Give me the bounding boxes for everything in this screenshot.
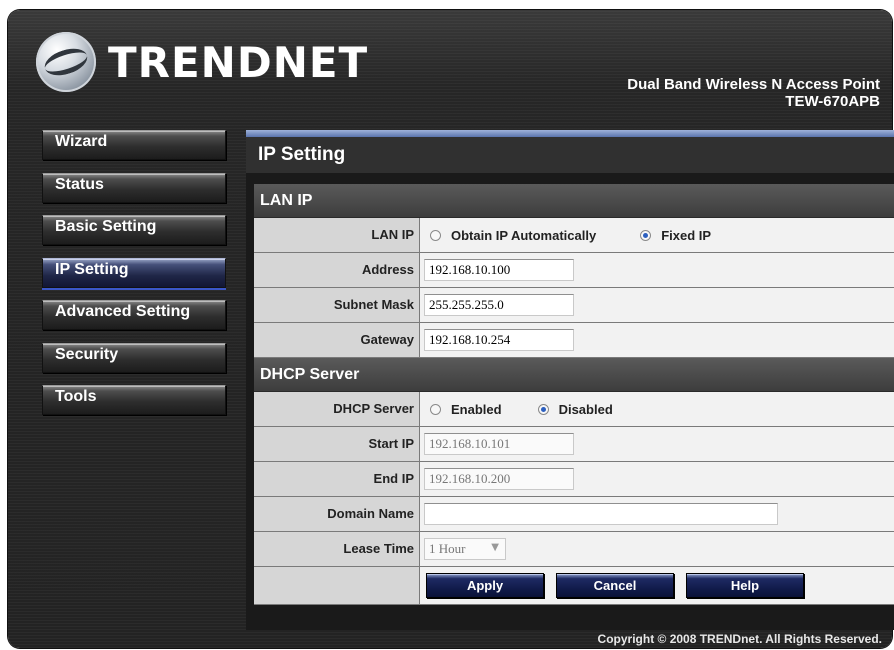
brand-name: TRENDNET xyxy=(108,37,369,87)
end-ip-input[interactable] xyxy=(424,468,574,490)
radio-icon xyxy=(430,229,441,241)
sidebar-nav: Wizard Status Basic Setting IP Setting A… xyxy=(42,130,226,428)
lease-time-row: Lease Time 1 Hour ▼ xyxy=(254,532,894,567)
model-number: TEW-670APB xyxy=(785,93,880,110)
page-title: IP Setting xyxy=(246,137,894,173)
radio-label-disabled: Disabled xyxy=(558,401,613,417)
start-ip-input[interactable] xyxy=(424,433,574,455)
end-ip-label: End IP xyxy=(254,462,420,496)
copyright-footer: Copyright © 2008 TRENDnet. All Rights Re… xyxy=(597,632,882,646)
domain-name-row: Domain Name xyxy=(254,497,894,532)
chevron-down-icon: ▼ xyxy=(491,542,499,553)
product-title: Dual Band Wireless N Access Point TEW-67… xyxy=(627,76,880,110)
start-ip-label: Start IP xyxy=(254,427,420,461)
radio-obtain-ip-automatically[interactable]: Obtain IP Automatically xyxy=(424,228,596,243)
dhcp-server-label: DHCP Server xyxy=(254,392,420,426)
action-row: Apply Cancel Help xyxy=(254,567,894,605)
radio-icon xyxy=(537,403,549,415)
dhcp-server-row: DHCP Server Enabled Disabled xyxy=(254,392,894,427)
action-row-spacer xyxy=(254,567,420,604)
domain-name-input[interactable] xyxy=(424,503,778,525)
radio-icon xyxy=(430,403,441,415)
sidebar-item-advanced-setting[interactable]: Advanced Setting xyxy=(42,300,226,330)
gateway-label: Gateway xyxy=(254,323,420,357)
content-panel: IP Setting LAN IP LAN IP Obtain IP Autom… xyxy=(246,130,894,630)
sidebar-item-status[interactable]: Status xyxy=(42,172,226,203)
lan-ip-mode-row: LAN IP Obtain IP Automatically Fixed IP xyxy=(254,218,894,253)
sidebar-item-basic-setting[interactable]: Basic Setting xyxy=(42,215,226,245)
help-button[interactable]: Help xyxy=(686,573,804,598)
end-ip-row: End IP xyxy=(254,462,894,497)
lease-time-value: 1 Hour xyxy=(429,541,466,556)
address-input[interactable] xyxy=(424,259,574,281)
subnet-mask-label: Subnet Mask xyxy=(254,288,420,322)
lan-ip-mode-label: LAN IP xyxy=(254,218,420,252)
panel-accent-bar xyxy=(246,130,894,137)
trendnet-logo-icon xyxy=(36,32,96,92)
radio-dhcp-disabled[interactable]: Disabled xyxy=(532,402,613,417)
radio-icon xyxy=(640,229,652,241)
subnet-mask-row: Subnet Mask xyxy=(254,288,894,323)
start-ip-row: Start IP xyxy=(254,427,894,462)
product-line: Dual Band Wireless N Access Point xyxy=(627,76,880,93)
section-header-dhcp-server: DHCP Server xyxy=(254,358,894,392)
radio-label-enabled: Enabled xyxy=(451,401,502,417)
ip-setting-form: LAN IP LAN IP Obtain IP Automatically Fi… xyxy=(254,184,894,605)
address-row: Address xyxy=(254,253,894,288)
app-frame: TRENDNET Dual Band Wireless N Access Poi… xyxy=(8,10,894,648)
brand-logo: TRENDNET xyxy=(36,32,368,92)
radio-label-fixed: Fixed IP xyxy=(661,227,712,243)
cancel-button[interactable]: Cancel xyxy=(556,573,674,598)
radio-fixed-ip[interactable]: Fixed IP xyxy=(634,228,711,243)
sidebar-item-tools[interactable]: Tools xyxy=(42,385,226,415)
domain-name-label: Domain Name xyxy=(254,497,420,531)
lease-time-select[interactable]: 1 Hour ▼ xyxy=(424,538,506,560)
gateway-input[interactable] xyxy=(424,329,574,351)
gateway-row: Gateway xyxy=(254,323,894,358)
sidebar-item-security[interactable]: Security xyxy=(42,342,226,373)
lease-time-label: Lease Time xyxy=(254,532,420,566)
address-label: Address xyxy=(254,253,420,287)
radio-dhcp-enabled[interactable]: Enabled xyxy=(424,402,502,417)
radio-label-auto: Obtain IP Automatically xyxy=(451,227,597,243)
apply-button[interactable]: Apply xyxy=(426,573,544,598)
subnet-mask-input[interactable] xyxy=(424,294,574,316)
sidebar-item-ip-setting[interactable]: IP Setting xyxy=(42,257,226,288)
section-header-lan-ip: LAN IP xyxy=(254,184,894,218)
sidebar-item-wizard[interactable]: Wizard xyxy=(42,130,226,160)
